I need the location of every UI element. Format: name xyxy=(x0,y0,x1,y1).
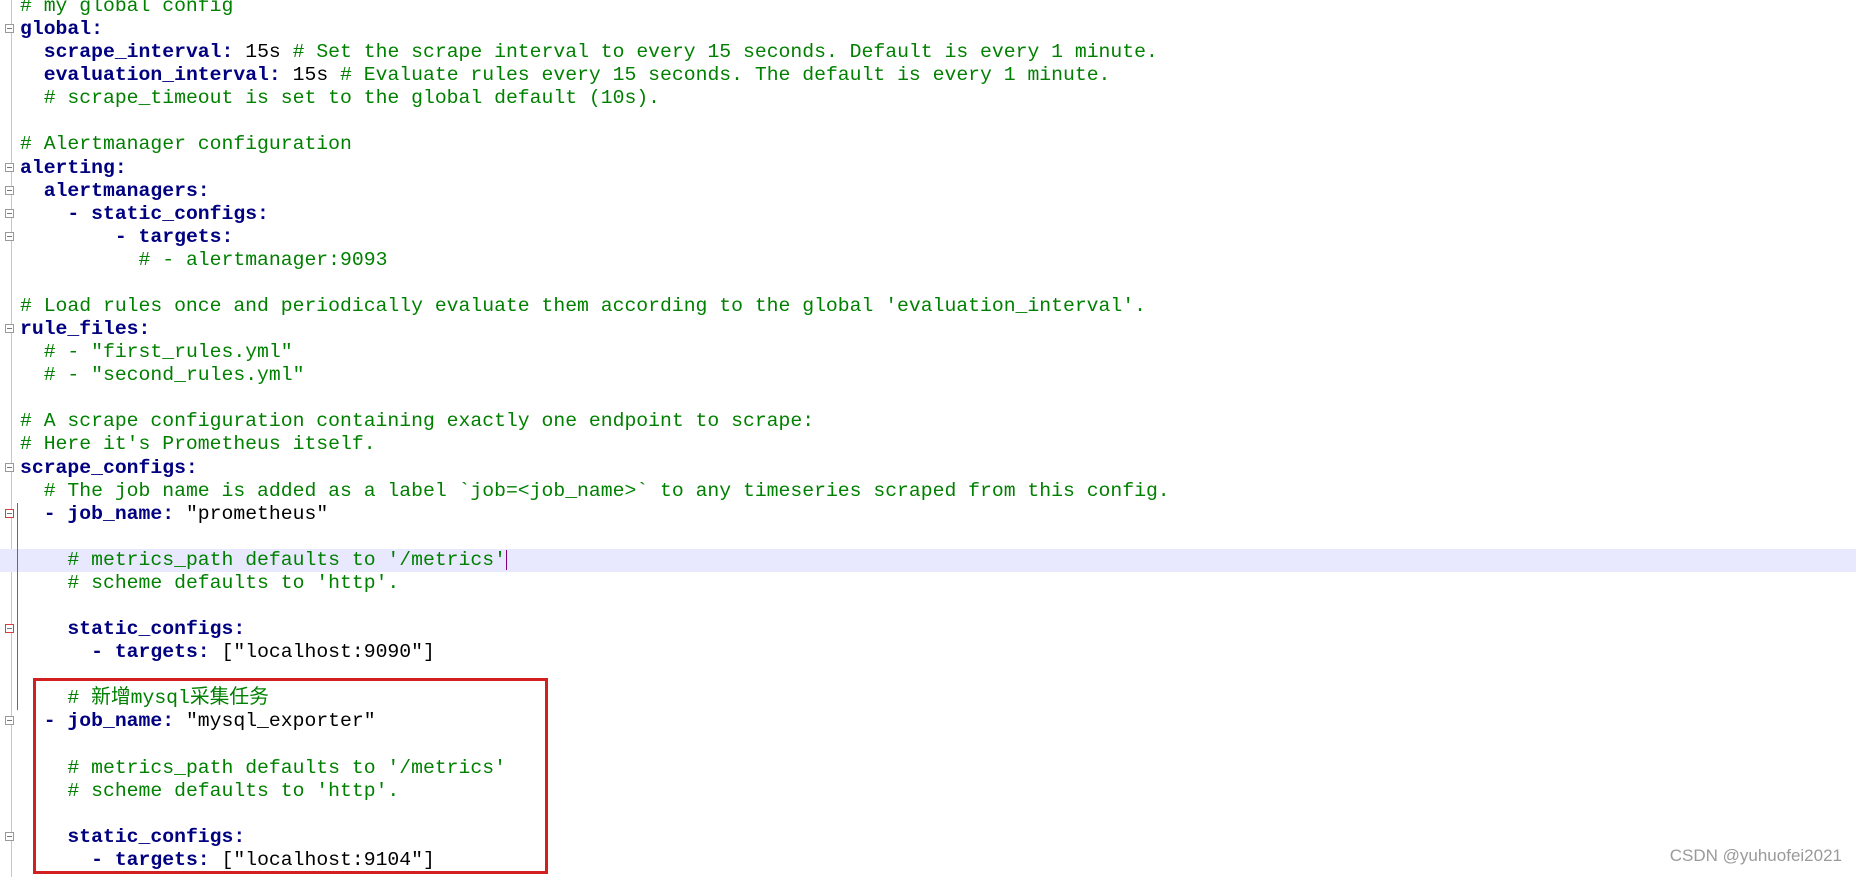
code-line[interactable]: scrape_interval: 15s # Set the scrape in… xyxy=(0,41,1856,64)
yaml-key: scrape_configs: xyxy=(20,456,198,479)
yaml-key: - targets: xyxy=(91,641,210,664)
comment: # 新增mysql采集任务 xyxy=(67,687,269,710)
code-line[interactable] xyxy=(0,595,1856,619)
comment: # my global config xyxy=(20,0,234,17)
fold-toggle-icon[interactable] xyxy=(5,24,14,34)
code-line[interactable]: # The job name is added as a label `job=… xyxy=(0,480,1856,503)
comment: # Load rules once and periodically evalu… xyxy=(20,295,1146,318)
fold-toggle-icon[interactable] xyxy=(5,716,14,726)
code-line[interactable]: - targets: xyxy=(0,226,1856,249)
yaml-key: static_configs: xyxy=(67,618,246,641)
fold-toggle-icon[interactable] xyxy=(5,208,14,218)
code-line[interactable] xyxy=(0,664,1856,688)
change-marker xyxy=(17,525,18,549)
fold-toggle-icon[interactable] xyxy=(5,231,14,241)
code-line[interactable]: # my global config xyxy=(0,0,1856,18)
code-line[interactable]: # - alertmanager:9093 xyxy=(0,249,1856,272)
code-line[interactable]: # metrics_path defaults to '/metrics' xyxy=(0,548,1856,572)
comment: # metrics_path defaults to '/metrics' xyxy=(67,548,506,571)
yaml-value: "prometheus" xyxy=(174,502,329,525)
comment: # - "first_rules.yml" xyxy=(43,341,293,364)
yaml-key: - targets: xyxy=(114,225,234,248)
yaml-key: scrape_interval: xyxy=(43,41,234,64)
comment: # Alertmanager configuration xyxy=(20,133,352,156)
code-line[interactable]: # Here it's Prometheus itself. xyxy=(0,433,1856,456)
fold-toggle-icon[interactable] xyxy=(5,624,14,634)
change-marker xyxy=(17,571,18,596)
comment: # scheme defaults to 'http'. xyxy=(67,779,400,802)
yaml-value: 15s xyxy=(233,41,293,64)
code-line[interactable]: # scheme defaults to 'http'. xyxy=(0,780,1856,803)
code-line[interactable]: - targets: ["localhost:9104"] xyxy=(0,849,1856,872)
yaml-key: alerting: xyxy=(20,156,127,179)
code-line[interactable]: # 新增mysql采集任务 xyxy=(0,687,1856,711)
yaml-key: alertmanagers: xyxy=(43,179,210,202)
comment: # scheme defaults to 'http'. xyxy=(67,571,400,594)
comment: # Evaluate rules every 15 seconds. The d… xyxy=(340,64,1111,87)
comment: # - "second_rules.yml" xyxy=(43,364,305,387)
code-line[interactable]: evaluation_interval: 15s # Evaluate rule… xyxy=(0,64,1856,87)
change-marker xyxy=(17,618,18,642)
code-line[interactable]: # A scrape configuration containing exac… xyxy=(0,410,1856,433)
yaml-key: static_configs: xyxy=(67,825,246,848)
text-cursor xyxy=(505,549,507,570)
code-line[interactable]: alertmanagers: xyxy=(0,180,1856,203)
yaml-key: - targets: xyxy=(91,848,210,871)
code-line[interactable]: - job_name: "prometheus" xyxy=(0,502,1856,526)
yaml-key: evaluation_interval: xyxy=(43,64,281,87)
comment: # metrics_path defaults to '/metrics' xyxy=(67,756,506,779)
yaml-key: global: xyxy=(20,18,103,41)
comment: # - alertmanager:9093 xyxy=(138,248,388,271)
yaml-value: ["localhost:9104"] xyxy=(209,848,435,871)
comment: # Set the scrape interval to every 15 se… xyxy=(292,41,1158,64)
code-line[interactable] xyxy=(0,110,1856,133)
yaml-value: ["localhost:9090"] xyxy=(209,641,435,664)
code-line[interactable]: # scrape_timeout is set to the global de… xyxy=(0,87,1856,110)
code-line[interactable] xyxy=(0,803,1856,826)
code-line[interactable] xyxy=(0,525,1856,549)
code-line[interactable] xyxy=(0,272,1856,295)
yaml-value: "mysql_exporter" xyxy=(174,710,376,733)
comment: # The job name is added as a label `job=… xyxy=(43,479,1170,502)
yaml-key: - job_name: xyxy=(43,710,175,733)
code-line[interactable]: - static_configs: xyxy=(0,203,1856,226)
code-line[interactable]: scrape_configs: xyxy=(0,457,1856,480)
fold-toggle-icon[interactable] xyxy=(5,324,14,334)
change-marker xyxy=(17,641,18,665)
code-line[interactable]: - targets: ["localhost:9090"] xyxy=(0,641,1856,665)
code-line[interactable]: # metrics_path defaults to '/metrics' xyxy=(0,757,1856,780)
code-line[interactable]: # Alertmanager configuration xyxy=(0,133,1856,156)
code-line[interactable]: alerting: xyxy=(0,157,1856,180)
fold-toggle-icon[interactable] xyxy=(5,162,14,172)
code-line[interactable]: # - "second_rules.yml" xyxy=(0,364,1856,387)
comment: # Here it's Prometheus itself. xyxy=(20,433,376,456)
code-line[interactable]: - job_name: "mysql_exporter" xyxy=(0,710,1856,733)
comment: # A scrape configuration containing exac… xyxy=(20,410,815,433)
yaml-key: - job_name: xyxy=(43,502,175,525)
code-line[interactable]: # Load rules once and periodically evalu… xyxy=(0,295,1856,318)
yaml-key: - static_configs: xyxy=(67,202,269,225)
code-line[interactable]: global: xyxy=(0,18,1856,41)
watermark: CSDN @yuhuofei2021 xyxy=(1669,846,1842,865)
fold-toggle-icon[interactable] xyxy=(5,831,14,841)
yaml-value: 15s xyxy=(280,64,341,87)
code-line[interactable] xyxy=(0,734,1856,757)
code-line[interactable] xyxy=(0,387,1856,410)
code-line[interactable]: static_configs: xyxy=(0,826,1856,849)
code-line[interactable]: static_configs: xyxy=(0,618,1856,642)
fold-toggle-icon[interactable] xyxy=(5,508,14,518)
fold-toggle-icon[interactable] xyxy=(5,462,14,472)
comment: # scrape_timeout is set to the global de… xyxy=(43,87,661,110)
change-marker xyxy=(17,502,18,526)
code-line[interactable]: # - "first_rules.yml" xyxy=(0,341,1856,364)
change-marker xyxy=(17,664,18,688)
change-marker xyxy=(17,687,18,711)
change-marker xyxy=(17,595,18,619)
code-line[interactable]: rule_files: xyxy=(0,318,1856,341)
code-editor[interactable]: # my global config global: scrape_interva… xyxy=(0,0,1856,872)
code-line[interactable]: # scheme defaults to 'http'. xyxy=(0,571,1856,596)
change-marker xyxy=(17,548,18,572)
fold-toggle-icon[interactable] xyxy=(5,185,14,195)
yaml-key: rule_files: xyxy=(20,318,151,341)
